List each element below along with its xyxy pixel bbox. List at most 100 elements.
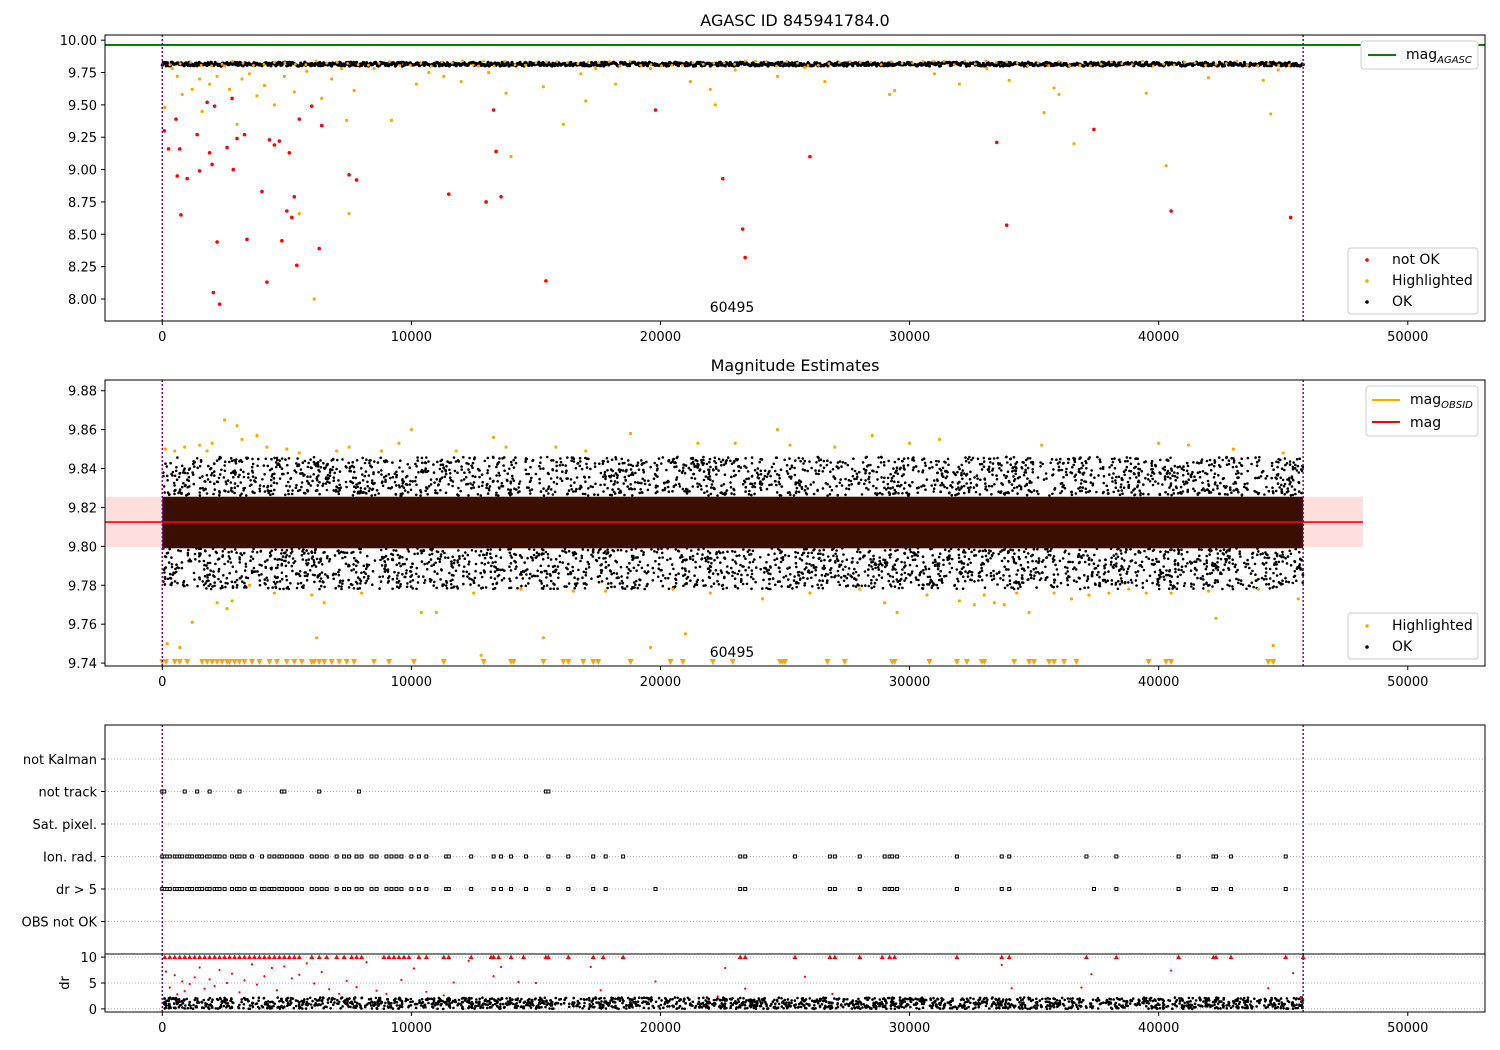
ok-point [1130, 491, 1133, 494]
ok-point [785, 470, 789, 473]
ok-point [661, 556, 664, 559]
ok-point [433, 570, 437, 573]
ok-point [448, 468, 451, 472]
ok-point [877, 568, 881, 571]
ok-point [838, 583, 842, 587]
ok-point [555, 476, 559, 479]
ok-point [1166, 493, 1170, 496]
ok-point [663, 481, 666, 485]
ok-point [1107, 570, 1110, 573]
highlighted-point [1057, 60, 1061, 63]
ok-point [540, 587, 544, 590]
highlighted-point [240, 77, 244, 81]
ok-point [915, 486, 919, 490]
ok-point [273, 575, 277, 578]
ok-point [537, 60, 541, 64]
ok-point [432, 563, 436, 566]
ok-point [1084, 549, 1088, 553]
ok-point [182, 581, 185, 584]
ok-point [602, 557, 605, 560]
ok-point [471, 483, 475, 487]
y-tick-label: 8.50 [68, 228, 97, 243]
ok-point [462, 455, 465, 459]
ok-point [478, 475, 481, 479]
ok-point [318, 580, 322, 583]
not-ok-point [225, 145, 229, 150]
highlighted-point [388, 60, 391, 63]
ok-point [1219, 481, 1222, 485]
ok-point [1055, 458, 1058, 462]
highlighted-point [178, 62, 182, 66]
ok-point [972, 486, 976, 489]
ok-point [351, 583, 354, 587]
ok-point [496, 480, 500, 483]
ok-point [450, 586, 453, 590]
ok-point [414, 493, 418, 497]
ok-point [1068, 575, 1071, 579]
ok-point [1115, 552, 1118, 556]
ok-point [850, 561, 854, 564]
ok-point [806, 555, 809, 558]
ok-point [1134, 571, 1137, 574]
ok-point [524, 458, 528, 461]
ok-point [1059, 581, 1063, 585]
ok-point [956, 482, 960, 485]
ok-point [546, 552, 550, 556]
ok-point [462, 478, 466, 481]
ok-point [391, 475, 395, 479]
highlighted-point [325, 61, 329, 65]
ok-point [1174, 570, 1177, 574]
ok-point [1114, 565, 1118, 568]
ok-point [1112, 554, 1116, 557]
ok-point [625, 468, 628, 472]
ok-point [379, 548, 383, 552]
highlighted-point [377, 62, 381, 65]
ok-point [198, 560, 201, 563]
ok-point [1142, 483, 1145, 486]
panel-1-plot-area: 0 10000 20000 30000 40000 500008.008.258.508.… [60, 34, 1486, 345]
ok-point [1140, 565, 1144, 568]
ok-point [552, 459, 555, 462]
not-ok-point [287, 150, 292, 155]
ok-point [1123, 473, 1126, 477]
ok-point [463, 471, 466, 475]
ok-point [182, 469, 186, 472]
ok-point [802, 576, 805, 579]
ok-point [1273, 557, 1276, 561]
highlighted-point [450, 61, 454, 65]
ok-point [1059, 482, 1063, 485]
ok-point [1063, 486, 1067, 490]
ok-point [1184, 565, 1188, 568]
ok-point [320, 571, 324, 574]
ok-point [212, 570, 215, 573]
ok-point [229, 561, 233, 564]
ok-point [1137, 474, 1141, 477]
ok-point [487, 561, 490, 564]
ok-point [1178, 465, 1182, 468]
ok-point [549, 579, 553, 583]
ok-point [1102, 481, 1105, 485]
ok-point [1293, 488, 1297, 491]
ok-point [399, 564, 403, 568]
highlighted-point [1047, 64, 1050, 67]
ok-point [404, 571, 408, 575]
ok-point [411, 579, 415, 582]
ok-point [1186, 472, 1190, 476]
ok-point [814, 472, 818, 475]
ok-point [805, 562, 808, 565]
ok-point [961, 575, 965, 578]
ok-point [1165, 573, 1168, 577]
ok-point [574, 490, 577, 493]
ok-point [432, 463, 435, 466]
ok-point [495, 582, 498, 586]
ok-point [405, 557, 409, 561]
ok-point [798, 484, 801, 487]
ok-point [896, 557, 899, 561]
ok-point [264, 457, 268, 461]
ok-point [1096, 564, 1100, 567]
ok-point [179, 549, 182, 553]
ok-point [804, 485, 808, 488]
ok-point [522, 570, 526, 573]
ok-point [670, 563, 674, 566]
ok-point [308, 569, 312, 572]
